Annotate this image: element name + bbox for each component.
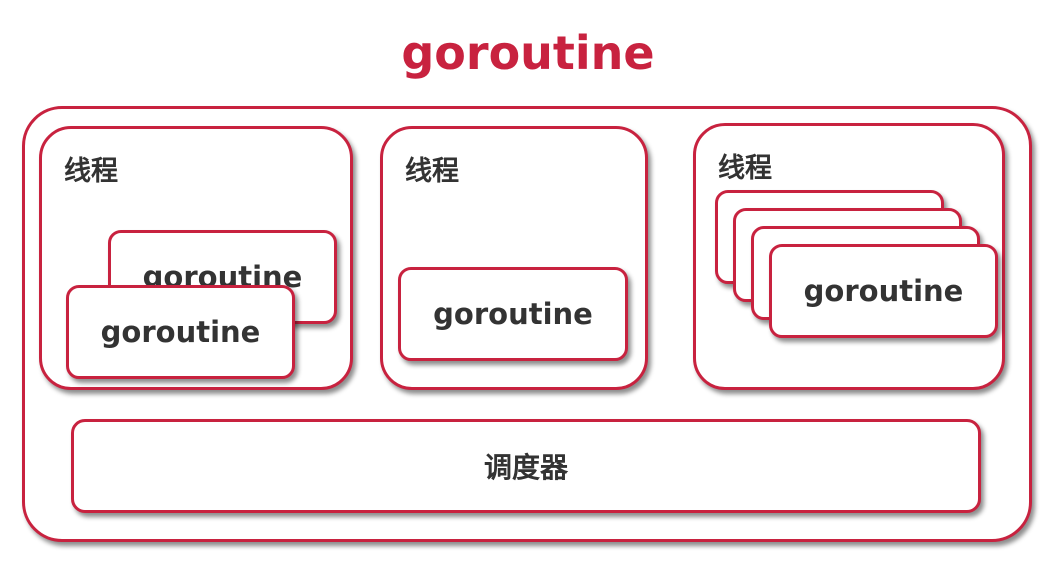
diagram-title: goroutine: [401, 26, 655, 80]
thread-label: 线程: [718, 153, 772, 184]
goroutine-box: goroutine: [398, 267, 628, 361]
thread-label: 线程: [64, 156, 118, 187]
goroutine-box-front: goroutine: [769, 244, 998, 338]
goroutine-label: goroutine: [100, 315, 261, 349]
goroutine-label: goroutine: [803, 274, 964, 308]
goroutine-box-front: goroutine: [66, 285, 295, 379]
goroutine-label: goroutine: [433, 297, 593, 331]
scheduler-box: 调度器: [71, 419, 981, 513]
thread-label: 线程: [405, 156, 459, 187]
scheduler-label: 调度器: [483, 451, 568, 484]
